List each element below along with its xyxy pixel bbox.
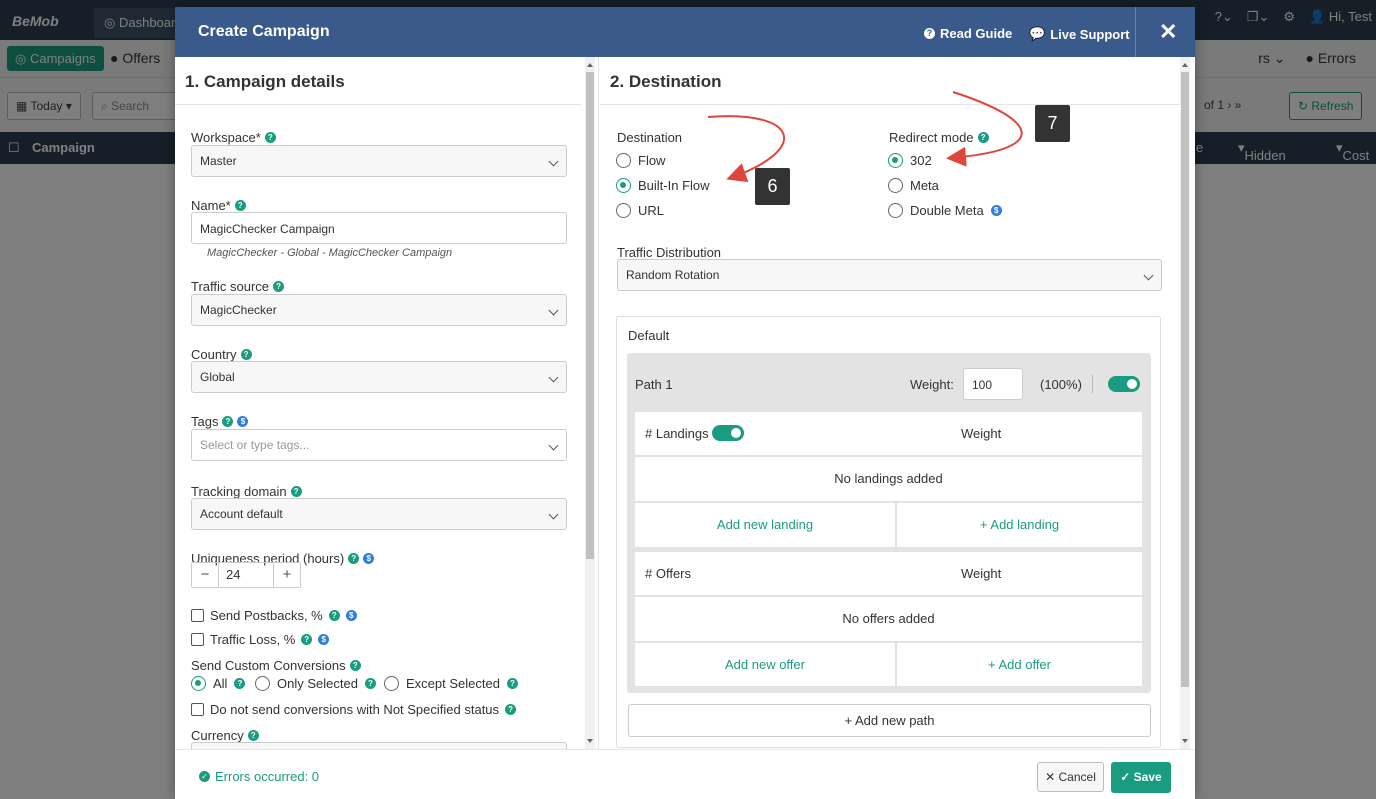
arrow-to-302 [946,91,1023,167]
annotation-arrows [707,91,1023,183]
annotation-badge-7: 7 [1035,105,1070,142]
annotation-badge-6: 6 [755,168,790,205]
